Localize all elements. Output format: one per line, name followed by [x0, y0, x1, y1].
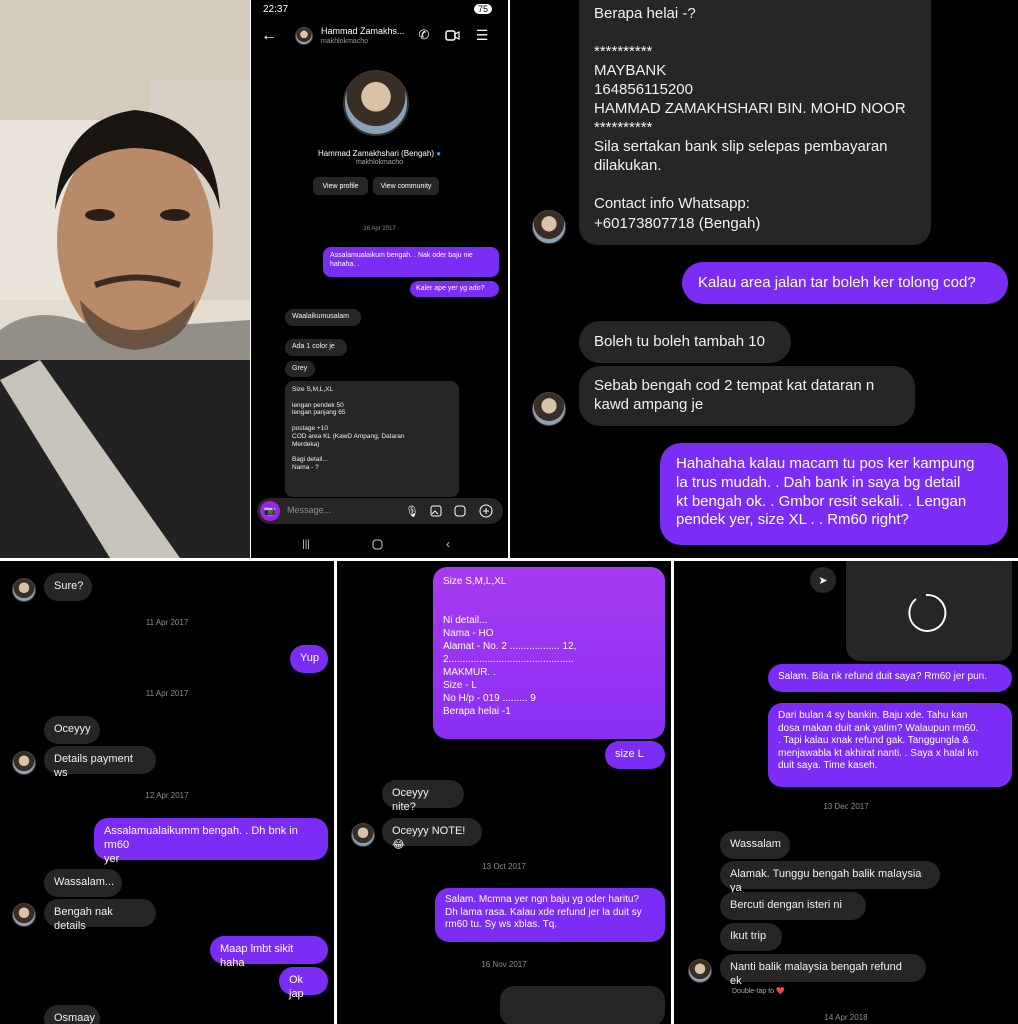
add-icon[interactable] — [477, 502, 495, 520]
selfie-illustration — [0, 0, 250, 558]
message-incoming[interactable]: Waalaikumusalam — [285, 309, 361, 326]
share-icon[interactable]: ➤ — [810, 567, 836, 593]
avatar[interactable] — [532, 392, 566, 426]
avatar[interactable] — [351, 823, 375, 847]
view-community-button[interactable]: View community — [373, 177, 439, 195]
message-incoming[interactable]: Size S,M,L,XL lengan pendek 50 lengan pa… — [285, 381, 459, 497]
avatar[interactable] — [12, 751, 36, 775]
chat-panel-april: Sure? 11 Apr 2017 Yup 11 Apr 2017 Oceyyy… — [0, 561, 334, 1024]
view-profile-button[interactable]: View profile — [313, 177, 368, 195]
message-incoming[interactable]: Bercuti dengan isteri ni — [720, 892, 866, 920]
back-nav-icon[interactable]: ‹ — [439, 536, 457, 552]
double-tap-hint: Double-tap to ❤️ — [732, 988, 785, 995]
profile-avatar — [343, 70, 409, 136]
avatar[interactable] — [532, 210, 566, 244]
microphone-icon[interactable]: 🎙 — [403, 502, 421, 520]
message-incoming[interactable]: Wassalam — [720, 831, 790, 859]
camera-icon[interactable]: 📷 — [260, 501, 280, 521]
home-icon[interactable] — [368, 536, 386, 552]
gallery-icon[interactable] — [427, 502, 445, 520]
message-incoming[interactable]: Boleh tu boleh tambah 10 — [579, 321, 791, 363]
message-incoming[interactable]: Sebab bengah cod 2 tempat kat dataran n … — [579, 366, 915, 426]
message-incoming[interactable]: Oceyyy — [44, 716, 100, 744]
message-outgoing[interactable]: Maap lmbt sikit haha — [210, 936, 328, 969]
message-outgoing[interactable]: Ok jap — [279, 967, 328, 1000]
phone-dm-screen: 22:37 75 ← Hammad Zamakhs... makhlokmach… — [251, 0, 508, 558]
sticker-icon[interactable] — [451, 502, 469, 520]
recent-apps-icon[interactable]: ||| — [297, 536, 315, 552]
message-incoming[interactable]: Ikut trip — [720, 923, 782, 951]
message-incoming[interactable]: Nanti balik malaysia bengah refund ek — [720, 954, 926, 987]
back-arrow-icon[interactable]: ← — [259, 26, 279, 46]
message-outgoing[interactable]: Salam. Bila nk refund duit saya? Rm60 je… — [768, 664, 1012, 692]
message-incoming[interactable]: Oceyyy NOTE! 😂 — [382, 818, 482, 851]
message-outgoing[interactable]: Assalamualaikum bengah. . Nak oder baju … — [323, 247, 499, 277]
date-separator: 13 Dec 2017 — [823, 802, 869, 811]
chat-panel-refund: ➤ Salam. Bila nk refund duit saya? Rm60 … — [674, 561, 1018, 1024]
date-separator: 11 Apr 2017 — [145, 689, 189, 698]
message-incoming[interactable] — [500, 986, 665, 1024]
message-incoming[interactable]: Alamak. Tunggu bengah balik malaysia ya — [720, 861, 940, 894]
message-outgoing[interactable]: Kaler ape yer yg ado? — [410, 281, 499, 297]
phone-icon[interactable]: ✆ — [415, 26, 433, 44]
status-time: 22:37 — [263, 4, 289, 15]
battery-indicator: 75 — [473, 4, 492, 14]
date-separator: 12 Apr 2017 — [145, 791, 189, 800]
avatar[interactable] — [12, 903, 36, 927]
video-call-icon[interactable] — [443, 26, 461, 44]
avatar[interactable] — [295, 27, 313, 45]
message-outgoing[interactable]: Yup — [290, 645, 328, 673]
date-separator: 11 Apr 2017 — [145, 618, 189, 627]
message-outgoing[interactable]: Dari bulan 4 sy bankin. Baju xde. Tahu k… — [768, 703, 1012, 787]
message-incoming[interactable]: Grey — [285, 361, 315, 377]
message-incoming[interactable]: Oceyyy nite? — [382, 780, 464, 813]
message-incoming[interactable]: Osmaay — [44, 1005, 100, 1024]
message-outgoing[interactable]: Salam. Mcmna yer ngn baju yg oder haritu… — [435, 888, 665, 942]
date-separator: 14 Apr 2018 — [824, 1013, 868, 1022]
message-composer[interactable]: 📷 Message... 🎙 — [257, 498, 503, 524]
message-outgoing[interactable]: Hahahaha kalau macam tu pos ker kampung … — [660, 443, 1008, 545]
avatar[interactable] — [12, 578, 36, 602]
message-incoming[interactable]: Berapa helai -? ********** MAYBANK 16485… — [579, 0, 931, 245]
message-outgoing[interactable]: Size S,M,L,XL Ni detail... Nama - HO Ala… — [433, 567, 665, 739]
date-separator: 16 Nov 2017 — [481, 960, 527, 969]
chat-zoomed: Berapa helai -? ********** MAYBANK 16485… — [510, 0, 1018, 558]
message-outgoing[interactable]: size L — [605, 741, 665, 769]
message-incoming[interactable]: Ada 1 color je — [285, 339, 347, 356]
profile-handle: makhlokmacho — [355, 159, 404, 166]
message-incoming[interactable]: Wassalam... — [44, 869, 122, 897]
message-outgoing[interactable]: Assalamualaikumm bengah. . Dh bnk in rm6… — [94, 818, 328, 865]
profile-full-name: Hammad Zamakhshari (Bengah) ● — [317, 149, 442, 158]
selfie-photo — [0, 0, 250, 558]
date-separator: 13 Oct 2017 — [482, 862, 526, 871]
date-separator: 16 Apr 2017 — [363, 226, 396, 232]
message-incoming[interactable]: Details payment ws — [44, 746, 156, 779]
avatar[interactable] — [688, 959, 712, 983]
chat-handle: makhlokmacho — [321, 38, 369, 45]
message-outgoing[interactable]: Kalau area jalan tar boleh ker tolong co… — [682, 262, 1008, 304]
menu-icon[interactable]: ☰ — [473, 26, 491, 44]
chat-title[interactable]: Hammad Zamakhs... — [321, 26, 405, 36]
media-message[interactable] — [846, 561, 1012, 661]
chat-panel-details: Size S,M,L,XL Ni detail... Nama - HO Ala… — [337, 561, 671, 1024]
message-incoming[interactable]: Bengah nak details — [44, 899, 156, 932]
message-incoming[interactable]: Sure? — [44, 573, 92, 601]
message-input[interactable]: Message... — [287, 505, 331, 515]
